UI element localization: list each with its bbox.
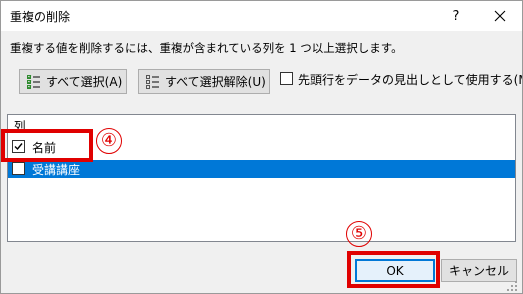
column-checkbox-name[interactable] [12,140,25,153]
title-bar: 重複の削除 ? [1,1,522,31]
close-icon [494,10,506,22]
remove-duplicates-dialog: 重複の削除 ? 重複する値を削除するには、重複が含まれている列を 1 つ以上選択… [0,0,523,294]
column-label-name: 名前 [32,141,57,155]
ok-button[interactable]: OK [355,259,435,282]
dialog-title: 重複の削除 [10,10,71,24]
checkbox-checked-icon [14,143,23,151]
select-all-button[interactable]: すべて選択(A) [19,69,127,94]
select-all-label: すべて選択(A) [46,75,123,89]
header-row-label: 先頭行をデータの見出しとして使用する(M) [298,73,523,87]
column-item-name[interactable]: 名前 [8,138,515,156]
help-icon: ? [452,8,460,24]
column-item-course[interactable]: 受講講座 [8,160,515,178]
instruction-text: 重複する値を削除するには、重複が含まれている列を 1 つ以上選択します。 [10,41,403,55]
step-4-marker: ④ [96,128,122,154]
close-button[interactable] [478,1,522,31]
step-5-marker: ⑤ [346,221,372,247]
unselect-all-label: すべて選択解除(U) [165,75,266,89]
size-grip-icon[interactable] [506,280,518,292]
help-button[interactable]: ? [434,1,478,31]
unselect-all-button[interactable]: すべて選択解除(U) [138,69,270,94]
unselect-all-icon [146,74,159,89]
cancel-button[interactable]: キャンセル [441,259,517,282]
select-all-icon [27,74,40,89]
columns-list-header: 列 [14,119,26,133]
columns-list[interactable]: 列 名前 受講講座 [7,114,516,242]
header-row-checkbox[interactable] [280,72,293,85]
column-checkbox-course[interactable] [12,162,25,175]
column-label-course: 受講講座 [32,163,81,177]
